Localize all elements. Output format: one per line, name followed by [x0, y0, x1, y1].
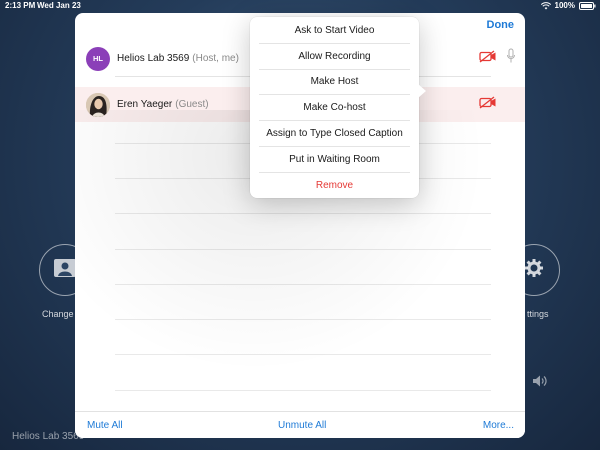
microphone-icon[interactable] [506, 48, 516, 69]
speaker-icon[interactable] [532, 374, 548, 393]
menu-item-waiting-room[interactable]: Put in Waiting Room [259, 147, 410, 173]
menu-item-allow-recording[interactable]: Allow Recording [259, 44, 410, 70]
list-separator [115, 354, 491, 355]
gear-icon [524, 258, 544, 283]
change-label: Change [42, 309, 74, 319]
participant-role: (Guest) [175, 99, 209, 110]
battery-percentage: 100% [554, 1, 575, 10]
list-separator [115, 213, 491, 214]
panel-footer: Mute All Unmute All More... [75, 411, 525, 438]
list-separator [115, 249, 491, 250]
avatar: HL [86, 46, 110, 71]
wifi-icon [540, 1, 551, 10]
list-separator [115, 284, 491, 285]
participant-name-text: Eren Yaeger [117, 99, 173, 110]
unmute-all-button[interactable]: Unmute All [278, 420, 326, 431]
status-bar: 2:13 PM Wed Jan 23 100% [0, 0, 600, 12]
participant-name: Eren Yaeger (Guest) [117, 99, 209, 110]
participant-name-text: Helios Lab 3569 [117, 53, 190, 64]
avatar [86, 92, 110, 117]
participant-name: Helios Lab 3569 (Host, me) [117, 53, 239, 64]
list-separator [115, 390, 491, 391]
menu-item-ask-start-video[interactable]: Ask to Start Video [259, 18, 410, 44]
participant-actions-menu: Ask to Start Video Allow Recording Make … [250, 17, 419, 198]
mute-all-button[interactable]: Mute All [87, 420, 123, 431]
menu-item-remove[interactable]: Remove [259, 173, 410, 199]
more-button[interactable]: More... [483, 420, 514, 431]
list-separator [115, 319, 491, 320]
menu-item-make-host[interactable]: Make Host [259, 70, 410, 96]
camera-off-icon[interactable] [479, 49, 497, 68]
meeting-name: Helios Lab 3569 [12, 431, 85, 442]
status-indicators: 100% [540, 1, 596, 10]
camera-off-icon[interactable] [479, 95, 497, 114]
settings-label: ttings [527, 309, 549, 319]
participant-role: (Host, me) [192, 53, 239, 64]
menu-item-assign-closed-caption[interactable]: Assign to Type Closed Caption [259, 121, 410, 147]
done-button[interactable]: Done [487, 19, 515, 31]
user-icon [53, 258, 77, 283]
popover-arrow [418, 84, 426, 98]
menu-item-make-cohost[interactable]: Make Co-host [259, 95, 410, 122]
status-time: 2:13 PM [5, 1, 36, 10]
battery-icon [579, 1, 596, 10]
status-date: Wed Jan 23 [37, 1, 81, 10]
